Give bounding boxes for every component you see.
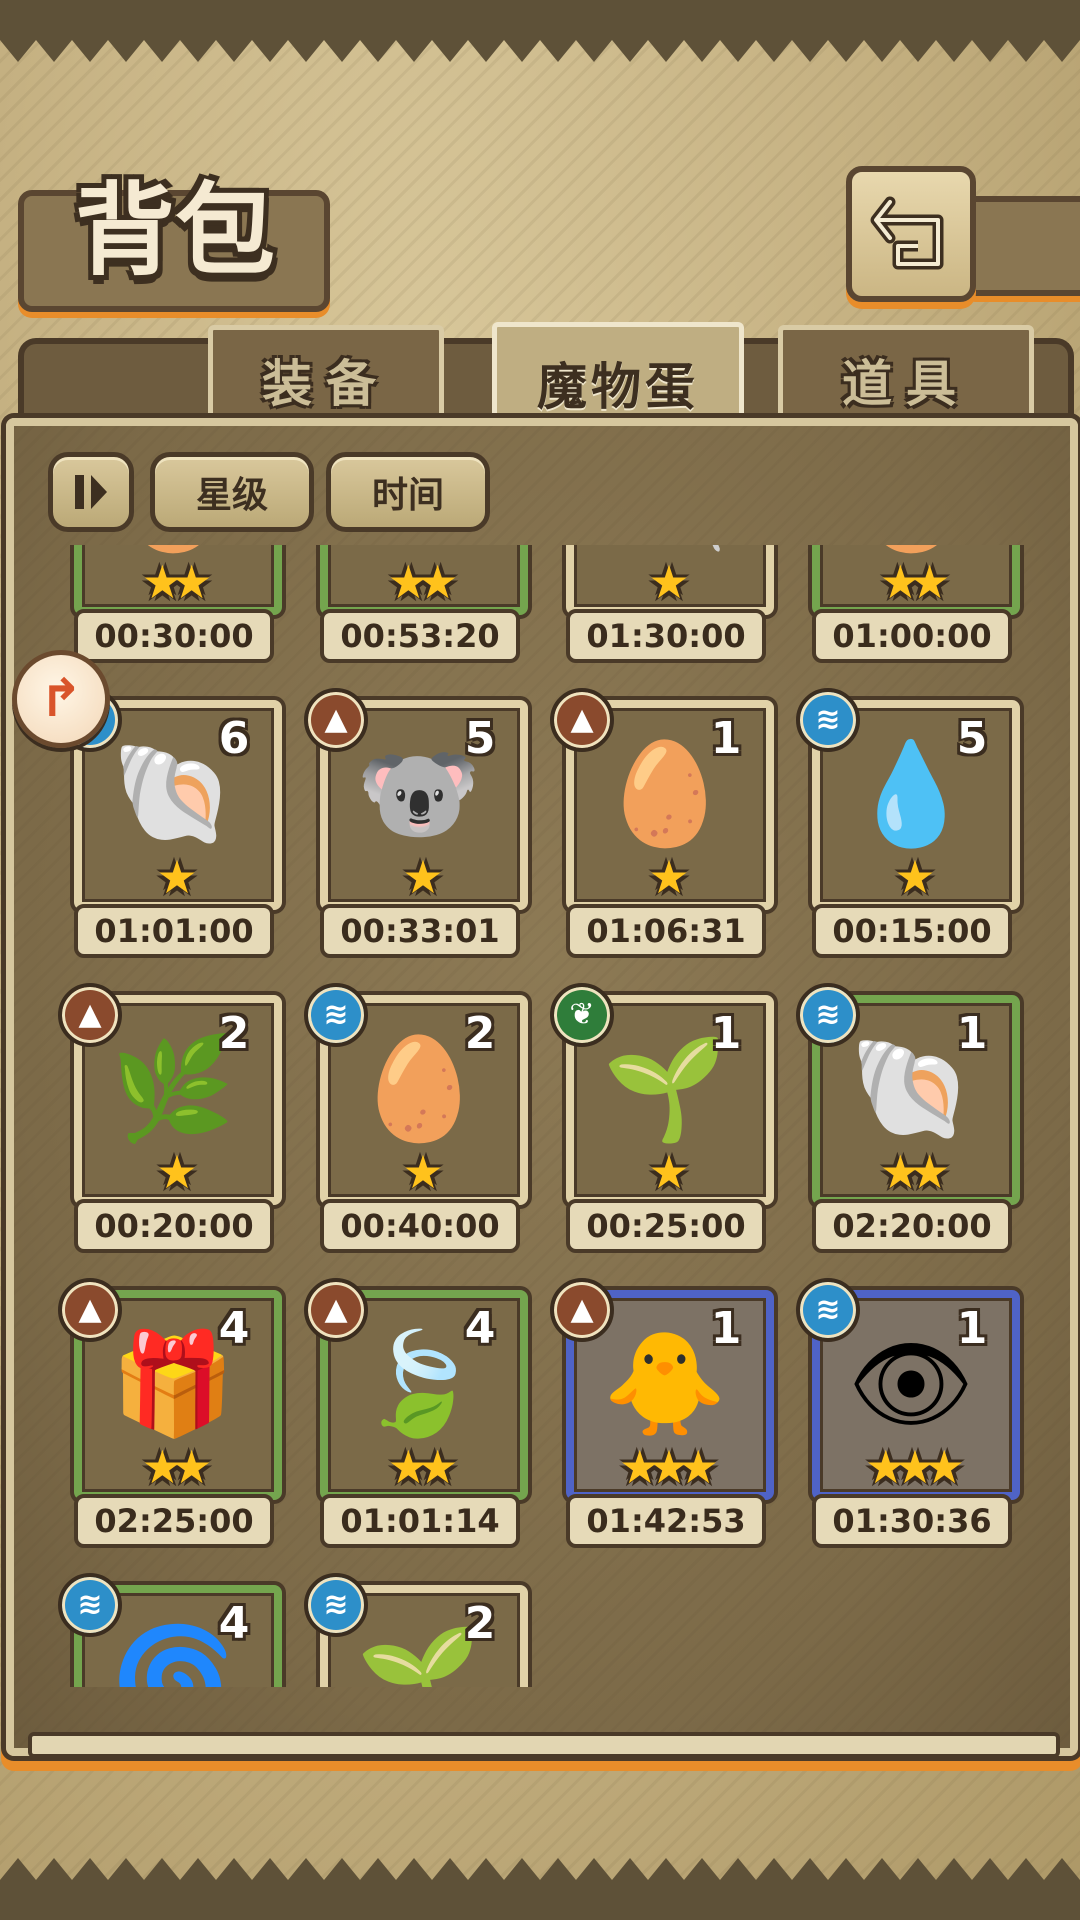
star-rating: ★★ <box>879 1145 950 1199</box>
egg-count: 4 <box>218 1598 250 1649</box>
egg-card[interactable]: 👁 ≋ 1 ★★★ 01:30:36 <box>778 1278 1020 1560</box>
wave-icon: ≋ <box>796 1278 860 1342</box>
egg-card[interactable]: 🌱 ❦ 1 ★ 00:25:00 <box>532 983 774 1265</box>
page-title: 背包 <box>75 171 275 289</box>
wave-icon: ≋ <box>58 1573 122 1637</box>
leaf-icon: ❦ <box>550 983 614 1047</box>
back-arrow-icon <box>870 196 944 270</box>
star-rating: ★★ <box>879 555 950 609</box>
mountain-icon: ▲ <box>550 1278 614 1342</box>
bottom-torn-edge <box>0 1858 1080 1920</box>
egg-card[interactable]: 🌿 ▲ 2 ★ 00:20:00 <box>40 983 282 1265</box>
star-rating: ★ <box>402 850 443 904</box>
mountain-icon: ▲ <box>550 688 614 752</box>
star-rating: ★ <box>648 555 689 609</box>
wave-icon: ≋ <box>304 1573 368 1637</box>
egg-count: 1 <box>956 1008 988 1059</box>
hatch-timer: 00:30:00 <box>74 609 274 663</box>
hatch-timer: 01:00:00 <box>812 609 1012 663</box>
hatch-timer: 00:33:01 <box>320 904 520 958</box>
mountain-icon: ▲ <box>304 688 368 752</box>
egg-grid: 🥚★★00:30:00🦇★★00:53:20🪶★01:30:00🥚★★01:00… <box>40 545 1040 1687</box>
hatch-timer: 02:20:00 <box>812 1199 1012 1253</box>
egg-card[interactable]: 🐚 ≋ 1 ★★ 02:20:00 <box>778 983 1020 1265</box>
hatch-timer: 00:53:20 <box>320 609 520 663</box>
star-rating: ★★★ <box>865 1440 965 1494</box>
sort-toggle-button[interactable] <box>48 452 134 532</box>
egg-card[interactable]: 🐥 ▲ 1 ★★★ 01:42:53 <box>532 1278 774 1560</box>
egg-count: 1 <box>710 1303 742 1354</box>
sort-toggle-icon <box>75 475 107 509</box>
panel-bottom-rail <box>28 1732 1060 1758</box>
star-rating: ★★ <box>141 555 212 609</box>
star-rating: ★ <box>648 850 689 904</box>
star-rating: ★ <box>648 1145 689 1199</box>
egg-card[interactable]: 🦇★★00:53:20 <box>286 545 528 675</box>
wave-icon: ≋ <box>796 688 860 752</box>
egg-count: 1 <box>710 713 742 764</box>
tab-monster-eggs-label: 魔物蛋 <box>537 357 699 416</box>
egg-count: 4 <box>218 1303 250 1354</box>
egg-card[interactable]: 🥚 ▲ 1 ★ 01:06:31 <box>532 688 774 970</box>
hatch-timer: 01:30:00 <box>566 609 766 663</box>
egg-card[interactable]: 🪶★01:30:00 <box>532 545 774 675</box>
egg-count: 4 <box>464 1303 496 1354</box>
star-rating: ★ <box>894 850 935 904</box>
tab-equipment-label: 装备 <box>262 354 390 413</box>
egg-card[interactable]: 🥚 ≋ 2 ★ 00:40:00 <box>286 983 528 1265</box>
egg-card[interactable]: 🥚★★01:00:00 <box>778 545 1020 675</box>
hatch-timer: 01:01:14 <box>320 1494 520 1548</box>
tab-items-label: 道具 <box>842 354 970 413</box>
egg-card[interactable]: 🍃 ▲ 4 ★★ 01:01:14 <box>286 1278 528 1560</box>
wave-icon: ≋ <box>304 983 368 1047</box>
sort-by-time-button[interactable]: 时间 <box>326 452 490 532</box>
hatch-timer: 01:42:53 <box>566 1494 766 1548</box>
curved-arrow-icon: ↱ <box>39 669 83 729</box>
hatch-timer: 01:01:00 <box>74 904 274 958</box>
egg-card[interactable]: 🌱 ≋ 2 <box>286 1573 528 1687</box>
egg-card[interactable]: 💧 ≋ 5 ★ 00:15:00 <box>778 688 1020 970</box>
hatch-timer: 01:30:36 <box>812 1494 1012 1548</box>
hatch-timer: 00:40:00 <box>320 1199 520 1253</box>
mountain-icon: ▲ <box>58 1278 122 1342</box>
egg-count: 2 <box>218 1008 250 1059</box>
hatch-timer: 01:06:31 <box>566 904 766 958</box>
star-rating: ★ <box>402 1145 443 1199</box>
egg-count: 5 <box>956 713 988 764</box>
hatch-timer: 00:15:00 <box>812 904 1012 958</box>
egg-count: 2 <box>464 1008 496 1059</box>
egg-card[interactable]: 🐨 ▲ 5 ★ 00:33:01 <box>286 688 528 970</box>
mountain-icon: ▲ <box>58 983 122 1047</box>
top-torn-edge <box>0 0 1080 62</box>
egg-count: 2 <box>464 1598 496 1649</box>
floating-arrow-button[interactable]: ↱ <box>12 650 110 748</box>
star-rating: ★★ <box>141 1440 212 1494</box>
wave-icon: ≋ <box>796 983 860 1047</box>
back-button-strip <box>966 196 1080 296</box>
star-rating: ★★ <box>387 1440 458 1494</box>
star-rating: ★★★ <box>619 1440 719 1494</box>
egg-card[interactable]: 🌀 ≋ 4 <box>40 1573 282 1687</box>
egg-card[interactable]: 🎁 ▲ 4 ★★ 02:25:00 <box>40 1278 282 1560</box>
star-rating: ★ <box>156 1145 197 1199</box>
hatch-timer: 00:20:00 <box>74 1199 274 1253</box>
hatch-timer: 02:25:00 <box>74 1494 274 1548</box>
egg-count: 5 <box>464 713 496 764</box>
sort-by-star-button[interactable]: 星级 <box>150 452 314 532</box>
mountain-icon: ▲ <box>304 1278 368 1342</box>
egg-count: 1 <box>956 1303 988 1354</box>
sort-by-star-label: 星级 <box>195 475 268 516</box>
star-rating: ★ <box>156 850 197 904</box>
hatch-timer: 00:25:00 <box>566 1199 766 1253</box>
back-button[interactable] <box>846 166 976 302</box>
egg-count: 6 <box>218 713 250 764</box>
sort-by-time-label: 时间 <box>371 475 444 516</box>
star-rating: ★★ <box>387 555 458 609</box>
egg-count: 1 <box>710 1008 742 1059</box>
